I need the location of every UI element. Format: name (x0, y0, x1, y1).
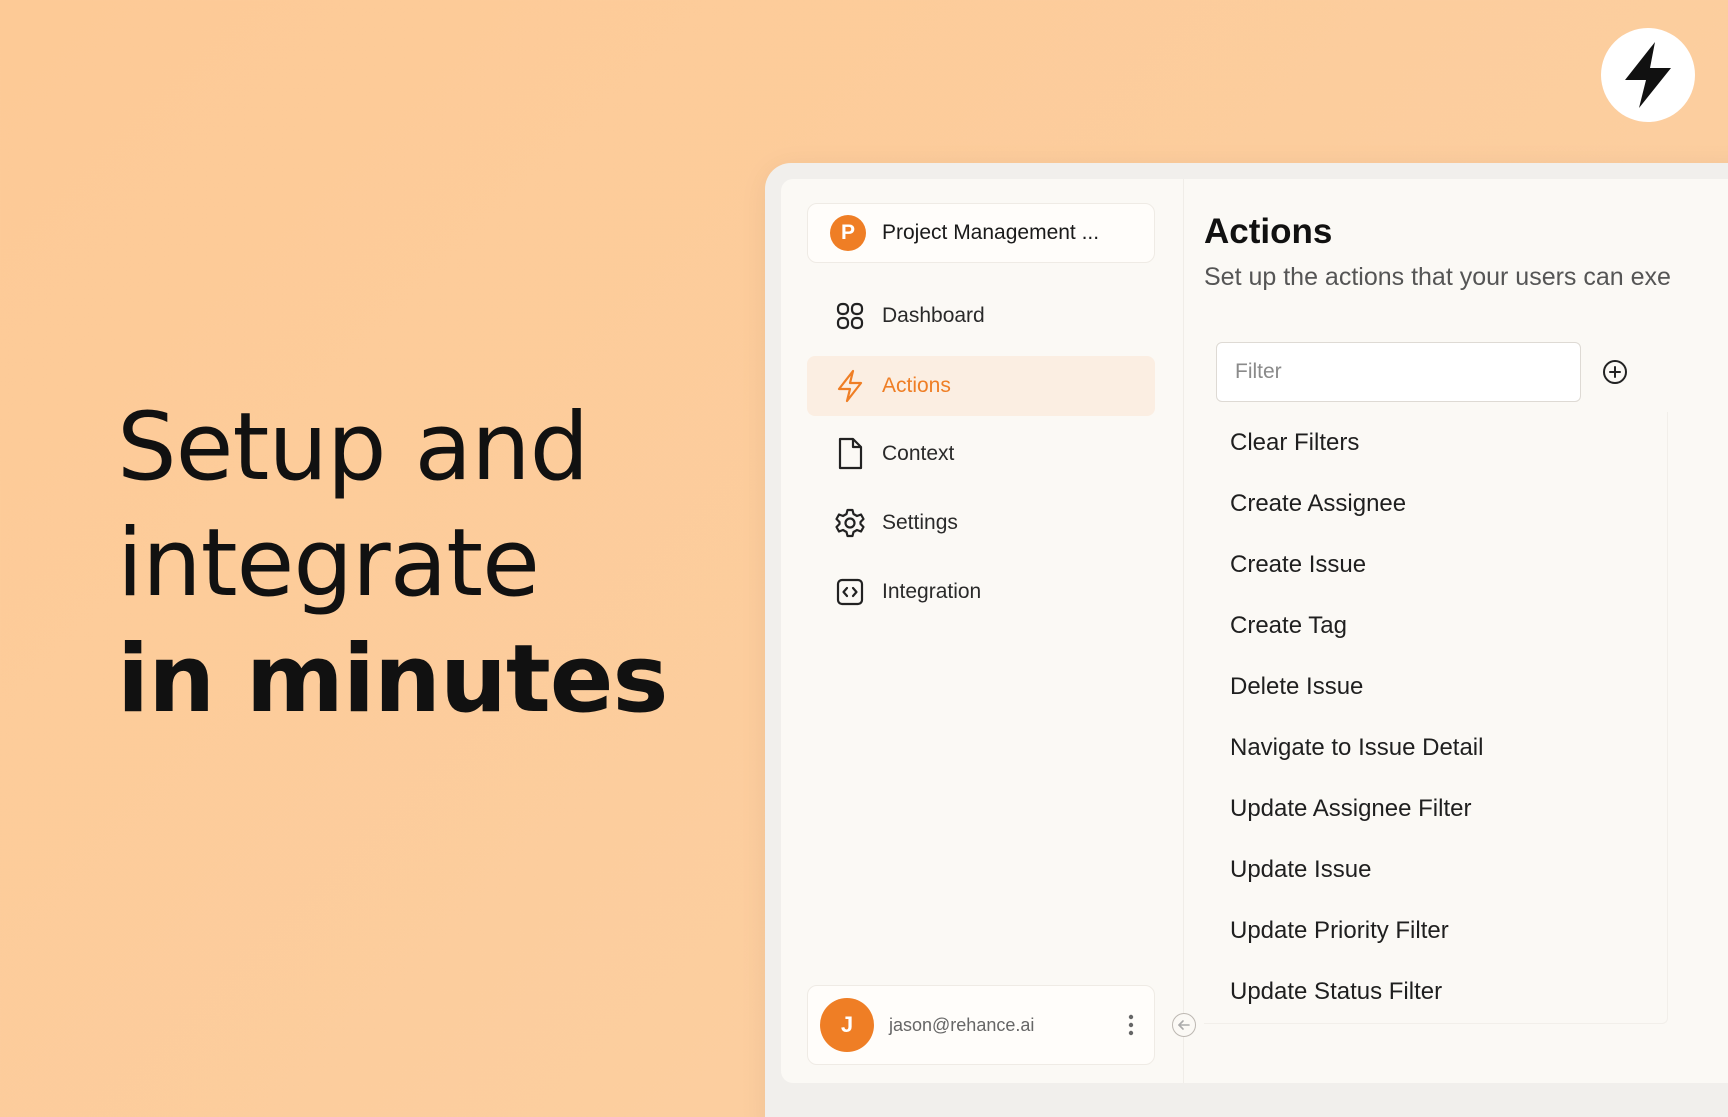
arrow-left-icon (1178, 1020, 1190, 1030)
sidebar-item-label: Settings (882, 511, 958, 534)
main-content: Actions Set up the actions that your use… (1204, 179, 1728, 1083)
lightning-bolt-icon (1625, 42, 1671, 108)
list-item[interactable]: Create Tag (1204, 595, 1667, 656)
plus-circle-icon (1603, 360, 1627, 384)
sidebar-item-integration[interactable]: Integration (807, 562, 1155, 622)
app-window: P Project Management ... Dashboard Actio… (781, 179, 1728, 1083)
list-item[interactable]: Update Status Filter (1204, 961, 1667, 1022)
page-subtitle: Set up the actions that your users can e… (1204, 263, 1671, 291)
list-item[interactable]: Update Priority Filter (1204, 900, 1667, 961)
hero-heading: Setup and integrate in minutes (117, 390, 669, 738)
list-item[interactable]: Navigate to Issue Detail (1204, 717, 1667, 778)
lightning-bolt-icon (833, 369, 867, 403)
sidebar-item-settings[interactable]: Settings (807, 493, 1155, 553)
sidebar-item-context[interactable]: Context (807, 424, 1155, 484)
add-action-button[interactable] (1600, 357, 1630, 387)
project-name: Project Management ... (882, 221, 1100, 244)
more-options-icon[interactable] (1128, 1014, 1134, 1041)
sidebar: P Project Management ... Dashboard Actio… (781, 179, 1184, 1083)
action-list: Clear Filters Create Assignee Create Iss… (1204, 412, 1668, 1024)
project-avatar: P (830, 215, 866, 251)
brand-badge (1601, 28, 1695, 122)
list-item[interactable]: Create Issue (1204, 534, 1667, 595)
user-card[interactable]: J jason@rehance.ai (807, 985, 1155, 1065)
sidebar-item-label: Integration (882, 580, 982, 603)
code-brackets-icon (833, 575, 867, 609)
user-avatar: J (820, 998, 874, 1052)
user-email: jason@rehance.ai (889, 1014, 1035, 1035)
hero-line-2: integrate (117, 509, 540, 618)
list-item[interactable]: Create Assignee (1204, 473, 1667, 534)
list-item[interactable]: Delete Issue (1204, 656, 1667, 717)
filter-input[interactable] (1216, 342, 1581, 402)
sidebar-item-label: Context (882, 442, 955, 465)
sidebar-item-label: Actions (882, 374, 951, 397)
list-item[interactable]: Clear Filters (1204, 412, 1667, 473)
sidebar-item-actions[interactable]: Actions (807, 356, 1155, 416)
page-title: Actions (1204, 212, 1333, 251)
list-item[interactable]: Update Issue (1204, 839, 1667, 900)
list-item[interactable]: Update Assignee Filter (1204, 778, 1667, 839)
sidebar-item-dashboard[interactable]: Dashboard (807, 286, 1155, 346)
document-icon (833, 437, 867, 471)
grid-icon (833, 299, 867, 333)
gear-icon (833, 506, 867, 540)
hero-line-1: Setup and (117, 393, 589, 502)
sidebar-item-label: Dashboard (882, 304, 985, 327)
hero-line-3: in minutes (117, 625, 669, 734)
project-selector[interactable]: P Project Management ... (807, 203, 1155, 263)
collapse-sidebar-button[interactable] (1172, 1013, 1196, 1037)
